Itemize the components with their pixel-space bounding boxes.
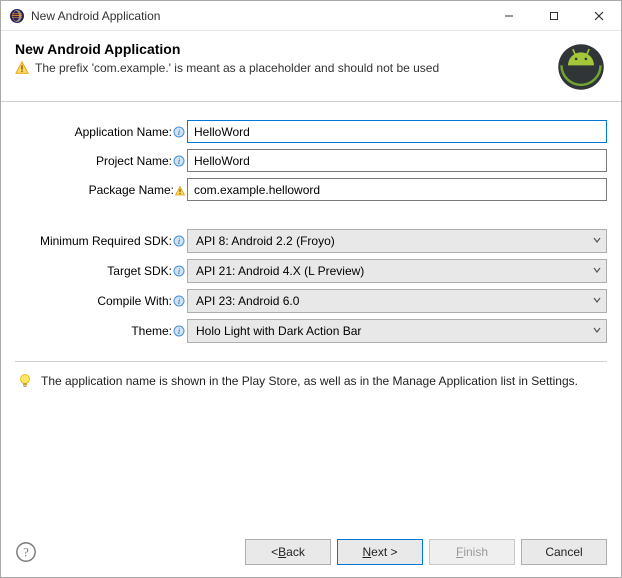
project-name-field[interactable] (187, 149, 607, 172)
next-button[interactable]: Next > (337, 539, 423, 565)
package-name-field[interactable] (187, 178, 607, 201)
chevron-down-icon (592, 324, 602, 338)
hint-text: The application name is shown in the Pla… (41, 372, 578, 390)
label-compile-with: Compile With: (97, 294, 172, 308)
banner-warning-row: The prefix 'com.example.' is meant as a … (15, 61, 547, 75)
back-button[interactable]: < Back (245, 539, 331, 565)
chevron-down-icon (592, 294, 602, 308)
help-icon[interactable]: ? (15, 541, 37, 563)
eclipse-icon (9, 8, 25, 24)
compile-with-value: API 23: Android 6.0 (196, 294, 592, 308)
button-bar: ? < Back Next > Finish Cancel (1, 529, 621, 577)
info-icon[interactable]: i (173, 295, 185, 307)
label-project-name: Project Name: (96, 154, 172, 168)
hint-block: The application name is shown in the Pla… (15, 372, 607, 390)
separator (15, 361, 607, 362)
target-sdk-value: API 21: Android 4.X (L Preview) (196, 264, 592, 278)
info-icon[interactable]: i (173, 155, 185, 167)
warning-icon (175, 185, 185, 195)
android-icon (555, 41, 607, 93)
chevron-down-icon (592, 234, 602, 248)
banner-warning-text: The prefix 'com.example.' is meant as a … (35, 61, 439, 75)
minimize-button[interactable] (486, 1, 531, 30)
maximize-button[interactable] (531, 1, 576, 30)
min-sdk-select[interactable]: API 8: Android 2.2 (Froyo) (187, 229, 607, 253)
wizard-content: Application Name: i Project Name: i Pack… (1, 102, 621, 529)
label-target-sdk: Target SDK: (107, 264, 172, 278)
application-name-field[interactable] (187, 120, 607, 143)
warning-icon (15, 61, 29, 75)
info-icon[interactable]: i (173, 235, 185, 247)
label-min-sdk: Minimum Required SDK: (40, 234, 172, 248)
svg-text:?: ? (23, 546, 29, 560)
lightbulb-icon (17, 373, 33, 389)
banner-heading: New Android Application (15, 41, 547, 57)
svg-text:i: i (178, 237, 180, 246)
info-icon[interactable]: i (173, 126, 185, 138)
dialog-window: New Android Application New Android Appl… (0, 0, 622, 578)
chevron-down-icon (592, 264, 602, 278)
close-button[interactable] (576, 1, 621, 30)
titlebar: New Android Application (1, 1, 621, 31)
info-icon[interactable]: i (173, 265, 185, 277)
window-title: New Android Application (31, 9, 486, 23)
theme-select[interactable]: Holo Light with Dark Action Bar (187, 319, 607, 343)
info-icon[interactable]: i (173, 325, 185, 337)
label-package-name: Package Name: (89, 183, 174, 197)
svg-text:i: i (178, 157, 180, 166)
theme-value: Holo Light with Dark Action Bar (196, 324, 592, 338)
svg-text:i: i (178, 128, 180, 137)
finish-button: Finish (429, 539, 515, 565)
target-sdk-select[interactable]: API 21: Android 4.X (L Preview) (187, 259, 607, 283)
svg-text:i: i (178, 267, 180, 276)
svg-text:i: i (178, 297, 180, 306)
cancel-button[interactable]: Cancel (521, 539, 607, 565)
min-sdk-value: API 8: Android 2.2 (Froyo) (196, 234, 592, 248)
compile-with-select[interactable]: API 23: Android 6.0 (187, 289, 607, 313)
label-theme: Theme: (131, 324, 172, 338)
wizard-banner: New Android Application The prefix 'com.… (1, 31, 621, 102)
label-application-name: Application Name: (75, 125, 172, 139)
svg-text:i: i (178, 327, 180, 336)
